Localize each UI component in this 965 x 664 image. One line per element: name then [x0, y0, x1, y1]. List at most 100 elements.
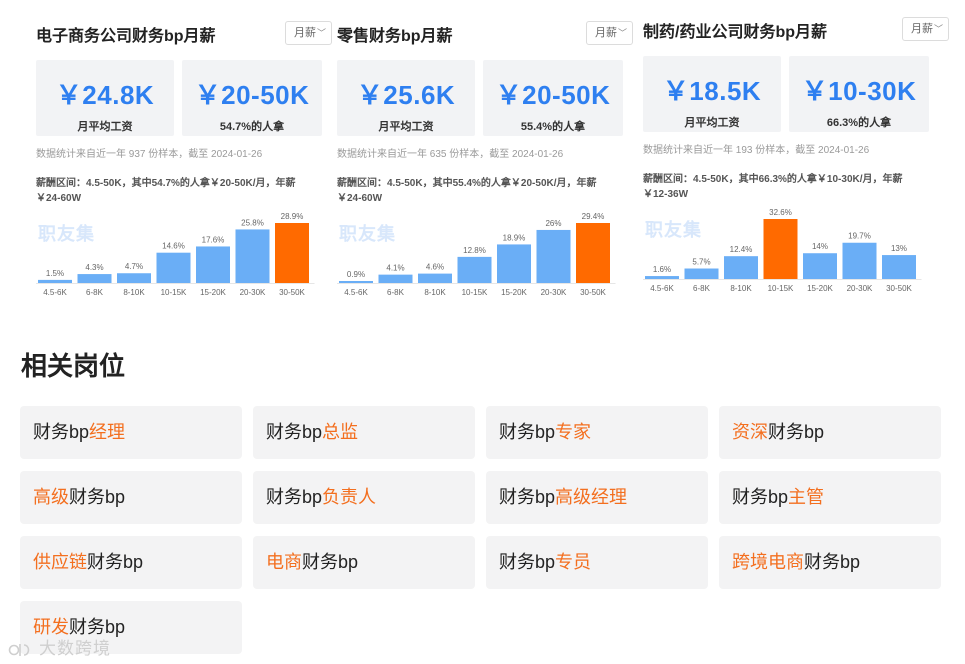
salary-range-value: ￥10-30K — [801, 76, 917, 106]
related-job-item[interactable]: 财务bp经理 — [20, 406, 242, 459]
bar-15-20K — [497, 244, 531, 283]
bar-30-50K — [576, 223, 610, 283]
job-keyword-highlight: 专员 — [555, 552, 592, 572]
x-tick-label: 30-50K — [279, 288, 305, 297]
x-tick-label: 20-30K — [240, 288, 266, 297]
salary-card-ecommerce: 电子商务公司财务bp月薪 月薪 ﹀ ￥24.8K 月平均工资 ￥20-50K 5… — [36, 14, 332, 304]
bar-value-label: 1.5% — [46, 269, 64, 278]
bar-8-10K — [724, 256, 758, 279]
period-select[interactable]: 月薪 ﹀ — [902, 17, 949, 41]
job-keyword-highlight: 负责人 — [322, 487, 377, 507]
x-tick-label: 4.5-6K — [43, 288, 67, 297]
period-select[interactable]: 月薪 ﹀ — [586, 21, 633, 45]
bar-10-15K — [156, 252, 191, 283]
job-keyword: 财务bp — [499, 422, 556, 442]
x-tick-label: 30-50K — [580, 288, 606, 297]
job-keyword: 财务bp — [33, 422, 90, 442]
avg-salary-box: ￥25.6K 月平均工资 — [337, 60, 475, 136]
chevron-down-icon: ﹀ — [617, 28, 627, 38]
salary-card-retail: 零售财务bp月薪 月薪 ﹀ ￥25.6K 月平均工资 ￥20-50K 55.4%… — [337, 14, 633, 304]
job-keyword-highlight: 跨境电商 — [732, 552, 804, 572]
related-jobs-title: 相关岗位 — [21, 351, 126, 381]
bar-value-label: 26% — [545, 219, 561, 228]
salary-description: 薪酬区间：4.5-50K，其中55.4%的人拿￥20-50K/月，年薪￥24-6… — [337, 178, 597, 204]
avg-salary-box: ￥18.5K 月平均工资 — [643, 56, 781, 132]
bar-value-label: 4.1% — [386, 264, 404, 273]
x-tick-label: 8-10K — [730, 284, 752, 293]
related-job-item[interactable]: 财务bp专家 — [486, 406, 708, 459]
x-tick-label: 20-30K — [541, 288, 567, 297]
sample-note: 数据统计来自近一年 193 份样本，截至 2024-01-26 — [643, 145, 870, 156]
bar-6-8K — [77, 274, 112, 283]
related-job-item[interactable]: 财务bp专员 — [486, 536, 708, 589]
bar-value-label: 18.9% — [503, 233, 526, 242]
bar-6-8K — [378, 274, 413, 283]
related-job-item[interactable]: 财务bp主管 — [719, 471, 941, 524]
x-tick-label: 15-20K — [200, 288, 226, 297]
bar-4.5-6K — [339, 281, 373, 283]
x-tick-label: 20-30K — [847, 284, 873, 293]
card-header: 零售财务bp月薪 月薪 ﹀ — [337, 14, 633, 54]
period-select[interactable]: 月薪 ﹀ — [285, 21, 332, 45]
job-keyword: 财务bp — [732, 487, 789, 507]
x-tick-label: 10-15K — [462, 288, 488, 297]
bar-value-label: 4.3% — [85, 263, 103, 272]
bar-value-label: 19.7% — [848, 232, 871, 241]
related-job-item[interactable]: 电商财务bp — [253, 536, 475, 589]
bar-30-50K — [882, 255, 916, 279]
card-title: 零售财务bp月薪 — [337, 28, 453, 45]
job-keyword: 财务bp — [499, 487, 556, 507]
bar-4.5-6K — [645, 276, 679, 279]
period-select-value: 月薪 — [595, 27, 617, 39]
bar-6-8K — [684, 268, 719, 279]
job-keyword-highlight: 高级 — [33, 487, 69, 507]
bar-20-30K — [842, 242, 877, 279]
related-job-item[interactable]: 供应链财务bp — [20, 536, 242, 589]
bar-value-label: 1.6% — [653, 265, 671, 274]
x-tick-label: 6-8K — [387, 288, 405, 297]
salary-description: 薪酬区间：4.5-50K，其中54.7%的人拿￥20-50K/月，年薪￥24-6… — [36, 178, 296, 204]
bar-value-label: 12.8% — [463, 246, 486, 255]
bar-8-10K — [418, 273, 452, 283]
job-keyword-highlight: 电商 — [266, 552, 302, 572]
bar-15-20K — [803, 253, 837, 279]
salary-range-box: ￥20-50K 55.4%的人拿 — [483, 60, 623, 136]
x-tick-label: 8-10K — [123, 288, 145, 297]
period-select-value: 月薪 — [911, 23, 933, 35]
job-keyword-highlight: 资深 — [732, 422, 768, 442]
avg-salary-label: 月平均工资 — [378, 121, 434, 133]
related-job-item[interactable]: 高级财务bp — [20, 471, 242, 524]
bar-value-label: 4.6% — [426, 263, 444, 272]
related-job-item[interactable]: 资深财务bp — [719, 406, 941, 459]
related-job-item[interactable]: 财务bp总监 — [253, 406, 475, 459]
job-keyword: 财务bp — [266, 487, 323, 507]
x-tick-label: 30-50K — [886, 284, 912, 293]
bar-value-label: 0.9% — [347, 270, 365, 279]
job-keyword: 财务bp — [302, 552, 359, 572]
salary-range-label: 66.3%的人拿 — [826, 117, 892, 129]
chevron-down-icon: ﹀ — [933, 24, 943, 34]
bar-value-label: 5.7% — [692, 258, 710, 267]
related-job-item[interactable]: 财务bp高级经理 — [486, 471, 708, 524]
job-keyword-highlight: 供应链 — [33, 552, 87, 572]
related-job-item[interactable]: 财务bp负责人 — [253, 471, 475, 524]
job-keyword: 财务bp — [499, 552, 556, 572]
salary-range-label: 55.4%的人拿 — [520, 121, 586, 133]
x-tick-label: 4.5-6K — [650, 284, 674, 293]
bar-8-10K — [117, 273, 151, 283]
job-keyword-highlight: 经理 — [89, 422, 126, 442]
x-tick-label: 6-8K — [86, 288, 104, 297]
related-job-item[interactable]: 跨境电商财务bp — [719, 536, 941, 589]
salary-description: 薪酬区间：4.5-50K，其中66.3%的人拿￥10-30K/月，年薪￥12-3… — [643, 174, 903, 200]
sample-note: 数据统计来自近一年 937 份样本，截至 2024-01-26 — [36, 149, 263, 160]
bar-value-label: 4.7% — [125, 262, 143, 271]
bar-value-label: 29.4% — [582, 212, 605, 221]
avg-salary-value: ￥18.5K — [662, 76, 762, 106]
bar-10-15K — [763, 219, 798, 279]
salary-range-box: ￥10-30K 66.3%的人拿 — [789, 56, 929, 132]
salary-range-value: ￥20-50K — [495, 80, 611, 110]
x-tick-label: 15-20K — [501, 288, 527, 297]
bar-15-20K — [196, 246, 230, 283]
bar-chart-svg: 0.9% 4.5-6K 4.1% 6-8K 4.6% 8-10K 12.8% 10-15K 18… — [337, 212, 616, 297]
bar-20-30K — [235, 229, 270, 283]
